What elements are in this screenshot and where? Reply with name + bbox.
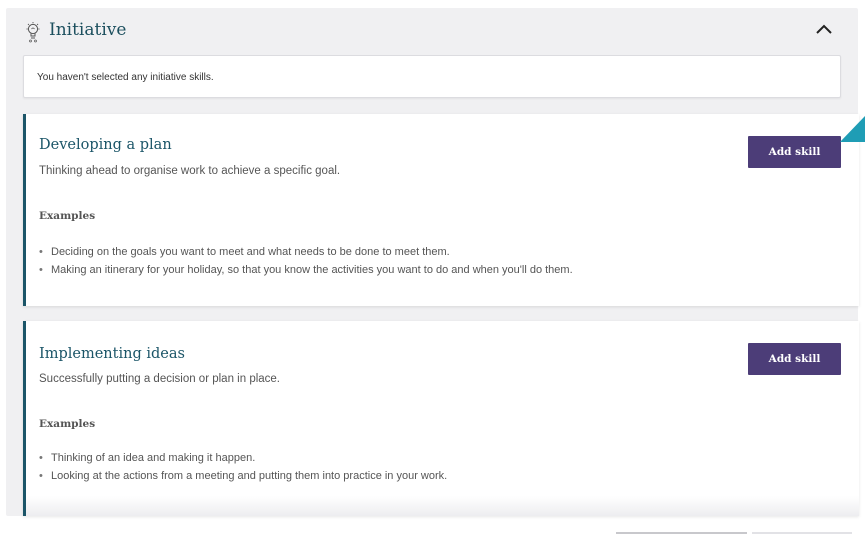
- pointer-arrow-icon: [840, 116, 865, 142]
- section-header[interactable]: Initiative: [6, 8, 858, 52]
- list-item: Looking at the actions from a meeting an…: [39, 467, 447, 485]
- add-skill-button[interactable]: Add skill: [748, 136, 841, 168]
- initiative-panel: Initiative You haven't selected any init…: [6, 8, 859, 516]
- section-title: Initiative: [49, 20, 127, 40]
- skill-title: Developing a plan: [39, 137, 172, 153]
- lightbulb-icon: [26, 22, 40, 43]
- skill-title: Implementing ideas: [39, 346, 185, 362]
- examples-label: Examples: [39, 418, 96, 430]
- card-fade: [26, 496, 859, 516]
- skill-description: Thinking ahead to organise work to achie…: [39, 165, 341, 177]
- list-item: Thinking of an idea and making it happen…: [39, 449, 447, 467]
- examples-list: Deciding on the goals you want to meet a…: [39, 243, 573, 279]
- notice-text: You haven't selected any initiative skil…: [37, 72, 214, 83]
- skill-card-developing-a-plan: Developing a plan Thinking ahead to orga…: [23, 114, 859, 306]
- add-skill-button[interactable]: Add skill: [748, 343, 841, 375]
- list-item: Making an itinerary for your holiday, so…: [39, 261, 573, 279]
- no-skills-notice: You haven't selected any initiative skil…: [23, 55, 841, 98]
- examples-label: Examples: [39, 210, 96, 222]
- skill-description: Successfully putting a decision or plan …: [39, 373, 281, 385]
- chevron-up-icon[interactable]: [814, 22, 834, 36]
- list-item: Deciding on the goals you want to meet a…: [39, 243, 573, 261]
- skill-card-implementing-ideas: Implementing ideas Successfully putting …: [23, 321, 859, 516]
- examples-list: Thinking of an idea and making it happen…: [39, 449, 447, 485]
